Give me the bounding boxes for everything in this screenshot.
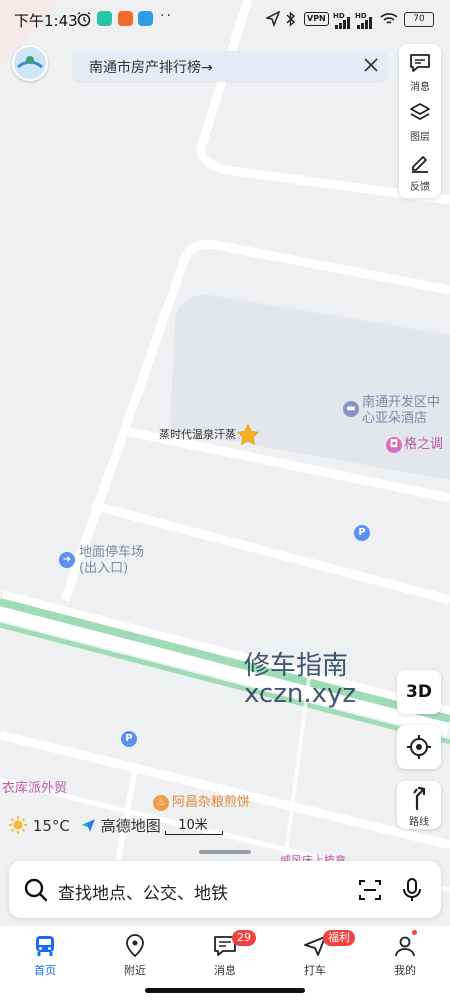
poi-label[interactable]: 南通开发区中 心亚朵酒店 [362, 395, 440, 427]
poi-label[interactable]: 格之调 [404, 437, 443, 453]
nav-taxi[interactable]: 福利 打车 [270, 926, 360, 986]
poi-label-line: 南通开发区中 [362, 395, 441, 410]
bus-icon [36, 936, 54, 956]
brand-logo: 高德地图 [80, 815, 161, 836]
vpn-icon: VPN [304, 12, 329, 26]
sun-icon [9, 816, 27, 834]
signal-icon [335, 14, 351, 30]
status-time: 下午1:43 [14, 12, 78, 30]
3d-toggle-button[interactable]: 3D [397, 670, 441, 714]
promo-banner[interactable]: 南通市房产排行榜→ [73, 51, 387, 81]
poi-label[interactable]: 衣库派外贸 [2, 781, 67, 797]
poi-label[interactable]: 阿昌杂粮煎饼 [172, 795, 250, 811]
tool-feedback-button[interactable]: 反馈 [399, 146, 441, 196]
nav-profile-label: 我的 [394, 964, 416, 977]
shop-icon[interactable]: ◘ [386, 437, 402, 453]
profile-notification-dot [412, 930, 417, 935]
tool-layers-button[interactable]: 图层 [399, 96, 441, 146]
entrance-icon[interactable]: ➜ [59, 552, 75, 568]
amap-logo-icon [82, 819, 95, 832]
route-arrow-icon [413, 786, 426, 811]
nav-nearby-label: 附近 [124, 964, 146, 977]
weather-widget[interactable]: 15°C [8, 815, 70, 835]
scale-bar [165, 831, 223, 835]
microphone-icon[interactable] [400, 877, 424, 903]
banner-text[interactable]: 南通市房产排行榜→ [89, 57, 213, 77]
watermark-line: 修车指南 [244, 651, 349, 681]
avatar[interactable] [12, 45, 48, 81]
nav-messages[interactable]: 29 消息 [180, 926, 270, 986]
tool-message-label: 消息 [410, 82, 430, 93]
parking-icon[interactable]: P [121, 731, 137, 747]
locate-icon [407, 735, 431, 759]
close-icon[interactable] [361, 55, 381, 75]
drag-handle[interactable] [199, 850, 251, 854]
nav-profile[interactable]: 我的 [360, 926, 450, 986]
signal-icon [357, 14, 373, 30]
search-icon [24, 878, 48, 902]
messages-badge: 29 [232, 930, 256, 946]
map-scale: 10米 [165, 814, 223, 835]
tool-message-button[interactable]: 消息 [399, 46, 441, 96]
status-bar: 下午1:43 ·· VPN HD HD 70 [0, 0, 450, 40]
locate-button[interactable] [397, 725, 441, 769]
tool-layers-label: 图层 [410, 132, 430, 143]
watermark: 修车指南 xczn.xyz [244, 652, 356, 708]
layers-icon [410, 103, 430, 120]
search-bar[interactable]: 查找地点、公交、地铁 [9, 861, 441, 918]
hotel-icon[interactable]: ▬ [343, 401, 359, 417]
taxi-welfare-badge: 福利 [323, 930, 355, 946]
nav-nearby[interactable]: 附近 [90, 926, 180, 986]
poi-label-line: (出入口) [79, 561, 129, 576]
map-tools-panel: 消息 图层 反馈 [399, 44, 441, 198]
parking-icon[interactable]: P [354, 525, 370, 541]
location-pin-icon [126, 934, 144, 958]
search-input[interactable]: 查找地点、公交、地铁 [58, 879, 228, 904]
message-icon [410, 54, 430, 72]
tool-feedback-label: 反馈 [410, 182, 430, 193]
route-label: 路线 [409, 817, 429, 828]
app-notification-icon [138, 11, 153, 26]
brand-name: 高德地图 [100, 817, 161, 835]
home-indicator[interactable] [145, 988, 305, 993]
scan-icon[interactable] [358, 878, 382, 902]
poi-label-line: 心亚朵酒店 [362, 411, 428, 426]
nav-home[interactable]: 首页 [0, 926, 90, 986]
app-notification-icon [118, 11, 133, 26]
food-icon[interactable]: ♨ [153, 795, 169, 811]
poi-label[interactable]: 蒸时代温泉汗蒸 [159, 427, 236, 443]
edit-pen-icon [412, 156, 428, 173]
bluetooth-icon [286, 11, 296, 27]
watermark-line: xczn.xyz [244, 679, 357, 709]
route-button[interactable]: 路线 [397, 781, 441, 829]
user-icon [395, 936, 415, 957]
nav-messages-label: 消息 [214, 964, 236, 977]
battery-indicator: 70 [404, 12, 434, 27]
location-arrow-icon [264, 10, 281, 28]
poi-label-line: 地面停车场 [79, 545, 145, 560]
more-notifications-icon: ·· [160, 8, 173, 24]
temperature: 15°C [32, 817, 70, 835]
alarm-icon [76, 11, 92, 27]
app-notification-icon [97, 11, 112, 26]
nav-taxi-label: 打车 [304, 964, 326, 977]
nav-home-label: 首页 [34, 964, 56, 977]
poi-label[interactable]: 地面停车场 (出入口) [79, 545, 144, 577]
star-icon[interactable] [236, 423, 260, 450]
wifi-icon [380, 11, 398, 27]
